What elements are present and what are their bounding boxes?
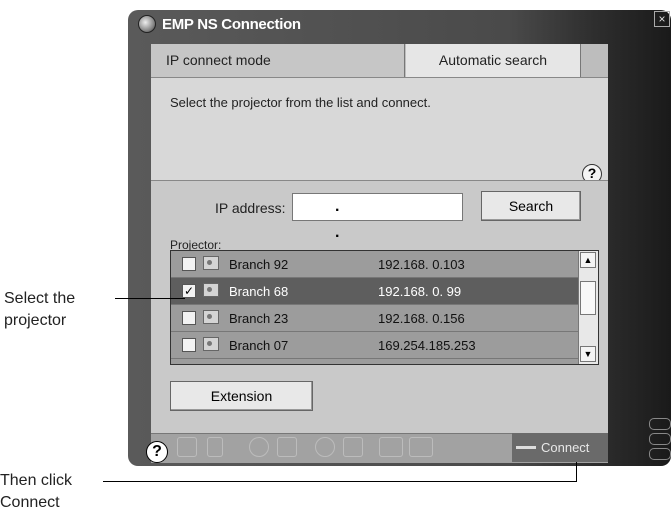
no-signal-icon[interactable] <box>277 437 297 457</box>
extension-button[interactable]: Extension <box>170 381 313 411</box>
callout-line-2: Connect <box>0 494 60 511</box>
ip-address-label: IP address: <box>215 200 286 216</box>
screen-icon[interactable] <box>177 437 197 457</box>
projector-name: Branch 23 <box>229 311 289 326</box>
projector-checkbox[interactable] <box>182 311 196 325</box>
callout-click-connect: Then click Connect <box>0 470 72 514</box>
keyboard-icon[interactable] <box>409 437 433 457</box>
projector-row[interactable]: Branch 07 169.254.185.253 <box>171 332 580 359</box>
search-button[interactable]: Search <box>481 191 581 221</box>
projector-list[interactable]: Branch 92 192.168. 0.103 ✓ Branch 68 192… <box>170 250 599 365</box>
app-logo-icon <box>138 15 156 33</box>
projector-row[interactable]: Branch 92 192.168. 0.103 <box>171 251 580 278</box>
projector-ip: 192.168. 0.103 <box>378 257 465 272</box>
projector-ip: 169.254.185.253 <box>378 338 476 353</box>
ip-address-input[interactable]: . . . <box>292 193 463 267</box>
projector-icon <box>203 310 219 324</box>
projector-checkbox[interactable] <box>182 257 196 271</box>
projector-ip: 192.168. 0.156 <box>378 311 465 326</box>
window-title: EMP NS Connection <box>162 16 301 33</box>
menu-stack-icon[interactable] <box>649 418 671 462</box>
zoom-icon[interactable] <box>315 437 335 457</box>
scroll-down-icon[interactable]: ▼ <box>580 346 596 362</box>
projector-ip: 192.168. 0. 99 <box>378 284 462 299</box>
callout-select-projector: Select the projector <box>4 288 75 332</box>
close-icon[interactable]: × <box>654 11 670 27</box>
instruction-text: Select the projector from the list and c… <box>170 95 431 110</box>
projector-name: Branch 07 <box>229 338 289 353</box>
projector-checkbox-checked[interactable]: ✓ <box>182 284 196 298</box>
undo-icon[interactable] <box>343 437 363 457</box>
scroll-up-icon[interactable]: ▲ <box>580 252 596 268</box>
tab-automatic-search[interactable]: Automatic search <box>406 44 581 77</box>
connect-button-label: Connect <box>541 440 590 455</box>
pause-icon[interactable] <box>249 437 269 457</box>
projector-icon <box>203 283 219 297</box>
video-icon[interactable] <box>379 437 403 457</box>
projector-checkbox[interactable] <box>182 338 196 352</box>
callout-leader-select <box>115 298 185 299</box>
callout-line-2: projector <box>4 312 67 329</box>
scroll-thumb[interactable] <box>580 281 596 315</box>
callout-line-1: Select the <box>4 290 76 307</box>
callout-leader-connect-vertical <box>576 462 577 482</box>
projector-icon <box>203 337 219 351</box>
projector-name: Branch 92 <box>229 257 289 272</box>
projector-name: Branch 68 <box>229 284 289 299</box>
callout-line-1: Then click <box>0 472 73 489</box>
toolbar-help-icon[interactable]: ? <box>146 441 168 463</box>
list-scrollbar[interactable]: ▲ ▼ <box>578 251 598 364</box>
projector-row-selected[interactable]: ✓ Branch 68 192.168. 0. 99 <box>171 278 580 305</box>
document-icon[interactable] <box>207 437 223 457</box>
callout-leader-connect <box>103 481 577 482</box>
projector-row[interactable]: Branch 23 192.168. 0.156 <box>171 305 580 332</box>
projector-icon <box>203 256 219 270</box>
plug-icon <box>516 446 536 449</box>
tab-ip-connect-mode[interactable]: IP connect mode <box>151 44 405 77</box>
